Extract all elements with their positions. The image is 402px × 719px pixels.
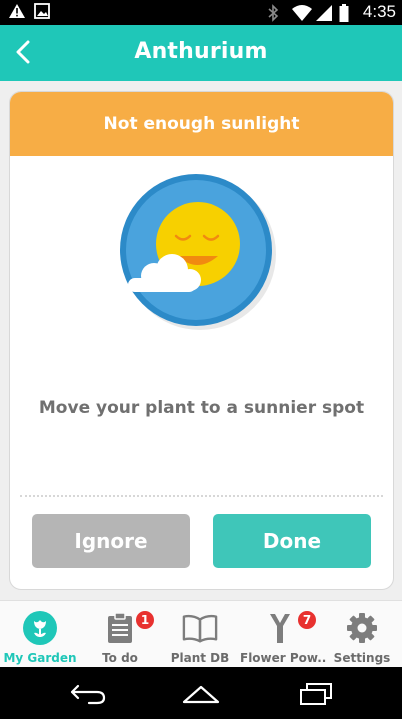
- back-arrow-icon: [70, 684, 106, 705]
- sun-with-cloud-icon: [120, 174, 276, 330]
- gear-icon: [344, 610, 380, 646]
- battery-icon: [339, 4, 355, 22]
- signal-icon: [315, 4, 332, 21]
- app-bar: Anthurium: [0, 25, 402, 81]
- bottom-nav: My Garden 1 To do Plant DB 7 Flower Pow.…: [0, 600, 402, 667]
- nav-label: To do: [102, 651, 138, 665]
- alert-card: Not enough sunlight Move your plant to a…: [9, 91, 394, 590]
- nav-label: Settings: [333, 651, 391, 665]
- clipboard-icon: [102, 610, 138, 646]
- nav-item-my-garden[interactable]: My Garden: [0, 601, 80, 668]
- nav-item-flower-power[interactable]: 7 Flower Pow..: [240, 601, 327, 668]
- nav-item-settings[interactable]: Settings: [322, 601, 402, 668]
- flower-power-sensor-icon: [262, 610, 298, 646]
- nav-label: Plant DB: [170, 651, 230, 665]
- wifi-icon: [291, 4, 312, 21]
- status-time: 4:35: [362, 2, 396, 21]
- ignore-button[interactable]: Ignore: [32, 514, 190, 568]
- book-icon: [182, 610, 218, 646]
- flower-icon: [22, 610, 58, 646]
- system-nav-bar: [0, 667, 402, 719]
- image-icon: [34, 3, 50, 19]
- recents-icon: [300, 683, 332, 705]
- nav-item-plant-db[interactable]: Plant DB: [160, 601, 240, 668]
- system-recents-button[interactable]: [296, 680, 336, 708]
- alert-message: Move your plant to a sunnier spot: [38, 398, 365, 418]
- card-header: Not enough sunlight: [10, 92, 393, 156]
- status-bar: 4:35: [0, 0, 402, 25]
- bluetooth-icon: [267, 4, 283, 22]
- nav-item-to-do[interactable]: 1 To do: [80, 601, 160, 668]
- dotted-divider: [20, 495, 383, 497]
- nav-label: Flower Pow..: [240, 651, 327, 665]
- nav-label: My Garden: [3, 651, 77, 665]
- system-back-button[interactable]: [68, 680, 108, 708]
- home-icon: [182, 685, 220, 704]
- warning-icon: [8, 3, 25, 19]
- page-title: Anthurium: [134, 39, 268, 64]
- todo-badge: 1: [134, 609, 156, 631]
- system-home-button[interactable]: [181, 680, 221, 708]
- screen: 4:35 Anthurium Not enough sunlight Move …: [0, 0, 402, 719]
- flower-power-badge: 7: [296, 609, 318, 631]
- done-button[interactable]: Done: [213, 514, 371, 568]
